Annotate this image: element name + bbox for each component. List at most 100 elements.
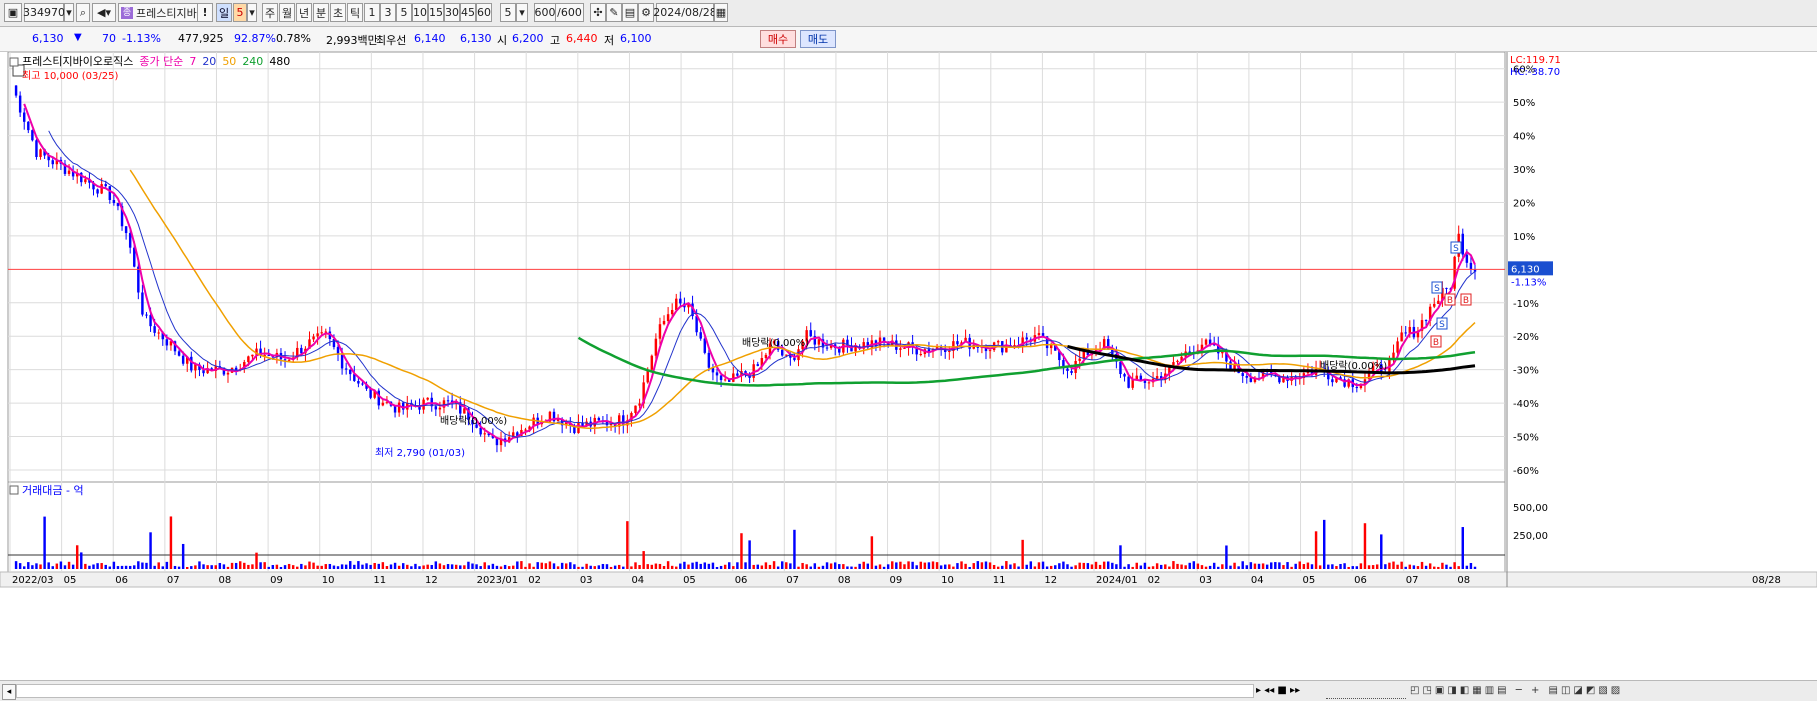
buy-button[interactable]: 매수 xyxy=(760,30,796,48)
volume-bar xyxy=(271,565,275,569)
interval-value[interactable]: 5 xyxy=(500,3,516,22)
window-icon[interactable]: ▣ xyxy=(4,3,22,22)
volume-bar xyxy=(801,562,804,569)
candle-body xyxy=(112,199,116,204)
candle-body xyxy=(988,350,992,352)
volume-bar xyxy=(1111,562,1114,569)
candle-body xyxy=(1404,332,1407,334)
x-tick-label: 02 xyxy=(528,575,541,586)
period-button[interactable]: 년 xyxy=(296,3,312,22)
candle-body xyxy=(381,402,385,406)
tool-icons[interactable]: ◰◳▣◨◧▦▥▤ ─ + ▤◫◪◩▧▨ xyxy=(1410,684,1810,698)
interval-button[interactable]: 30 xyxy=(444,3,460,22)
candle-body xyxy=(1355,387,1359,389)
x-tick-label: 10 xyxy=(322,575,335,586)
volume-bar xyxy=(1257,563,1261,569)
period-dropdown-icon[interactable]: ▾ xyxy=(247,3,257,22)
candle-body xyxy=(23,112,26,122)
volume-bar xyxy=(133,565,136,569)
y-tick-label: 30% xyxy=(1513,165,1535,176)
interval-button[interactable]: 10 xyxy=(412,3,428,22)
chart-scrollbar[interactable]: ◂ ▸ ◂◂ ■ ▸▸ ◰◳▣◨◧▦▥▤ ─ + ▤◫◪◩▧▨ xyxy=(0,680,1817,701)
interval-button[interactable]: 45 xyxy=(460,3,476,22)
volume-tick-label: 250,00 xyxy=(1513,531,1548,542)
volume-bar xyxy=(463,565,466,569)
period-value[interactable]: 5 xyxy=(233,3,247,22)
x-tick-label: 05 xyxy=(1303,575,1316,586)
volume-bar xyxy=(202,564,205,569)
volume-bar xyxy=(422,565,425,569)
candle-body xyxy=(361,383,364,385)
playback-controls[interactable]: ▸ ◂◂ ■ ▸▸ xyxy=(1256,684,1316,698)
volume-bar xyxy=(112,561,116,569)
interval-button[interactable]: 3 xyxy=(380,3,396,22)
calendar-icon[interactable]: ▦ xyxy=(714,3,728,22)
gear-icon[interactable]: ⚙ xyxy=(638,3,654,22)
scroll-track[interactable] xyxy=(16,684,1254,698)
scroll-left-icon[interactable]: ◂ xyxy=(2,684,16,700)
period-button[interactable]: 주 xyxy=(262,3,278,22)
candle-body xyxy=(194,364,197,371)
search-icon[interactable]: ⌕ xyxy=(76,3,90,22)
period-button[interactable]: 월 xyxy=(279,3,295,22)
draw-icon[interactable]: ✎ xyxy=(606,3,622,22)
volume-bar xyxy=(401,563,405,569)
zoom-slider[interactable] xyxy=(1326,684,1406,699)
volume-bar xyxy=(1261,563,1265,569)
candle-body xyxy=(715,372,719,376)
period-button[interactable]: 분 xyxy=(313,3,329,22)
interval-button[interactable]: 5 xyxy=(396,3,412,22)
candle-body xyxy=(108,186,112,200)
interval-button[interactable]: 1 xyxy=(364,3,380,22)
quote-change-pct: -1.13% xyxy=(122,32,161,45)
interval-button[interactable]: 15 xyxy=(428,3,444,22)
code-dropdown-icon[interactable]: ▾ xyxy=(64,3,74,22)
price-chart[interactable]: 2022/03 05 06 07 08 09 10 11 12 2023/01 02 03 04 05 06… xyxy=(0,52,1817,680)
candle-body xyxy=(1433,303,1436,307)
period-button[interactable]: 틱 xyxy=(347,3,363,22)
code-input[interactable]: 334970 xyxy=(23,3,65,22)
volume-bar xyxy=(512,565,515,569)
legend-name: 프레스티지바이오로직스 xyxy=(22,55,133,68)
volume-bar xyxy=(173,565,177,569)
candle-body xyxy=(780,349,784,356)
candle-body xyxy=(1241,373,1244,377)
legend-toggle-icon[interactable] xyxy=(9,57,19,67)
volume-bar xyxy=(565,563,568,569)
volume-bar xyxy=(536,562,539,569)
sell-button[interactable]: 매도 xyxy=(800,30,836,48)
candle-body xyxy=(31,130,34,141)
volume-bar xyxy=(373,562,376,569)
interval-dropdown-icon[interactable]: ▾ xyxy=(516,3,528,22)
volume-bar xyxy=(939,565,943,569)
sound-icon[interactable]: ◀▾ xyxy=(92,3,116,22)
date-input[interactable]: 2024/08/28 xyxy=(653,3,717,22)
tab-day[interactable]: 일 xyxy=(216,3,232,22)
volume-bar xyxy=(1196,563,1200,569)
volume-bar xyxy=(332,565,336,569)
save-icon[interactable]: ▤ xyxy=(622,3,638,22)
period-button[interactable]: 초 xyxy=(330,3,346,22)
volume-bar xyxy=(980,562,984,569)
volume-legend-toggle-icon[interactable] xyxy=(9,485,19,495)
alert-button[interactable]: ! xyxy=(197,3,213,22)
volume-bar xyxy=(1473,566,1477,569)
volume-bar xyxy=(675,566,678,569)
volume-bar xyxy=(797,566,800,569)
volume-bar xyxy=(528,563,531,569)
volume-bar xyxy=(1217,566,1220,569)
quote-price: 6,130 xyxy=(32,32,64,45)
volume-bar xyxy=(27,562,30,569)
volume-bar xyxy=(1445,564,1448,569)
count-input[interactable]: 600 xyxy=(534,3,556,22)
candle-body xyxy=(1176,360,1179,363)
volume-bar xyxy=(410,566,413,569)
stock-name-field[interactable]: 종 프레스티지바 xyxy=(118,3,198,22)
candle-body xyxy=(27,121,30,131)
volume-bar xyxy=(169,516,173,569)
interval-button[interactable]: 60 xyxy=(476,3,492,22)
volume-bar xyxy=(1212,562,1216,569)
candle-body xyxy=(919,354,922,356)
candle-body xyxy=(899,348,902,350)
crosshair-icon[interactable]: ✣ xyxy=(590,3,606,22)
